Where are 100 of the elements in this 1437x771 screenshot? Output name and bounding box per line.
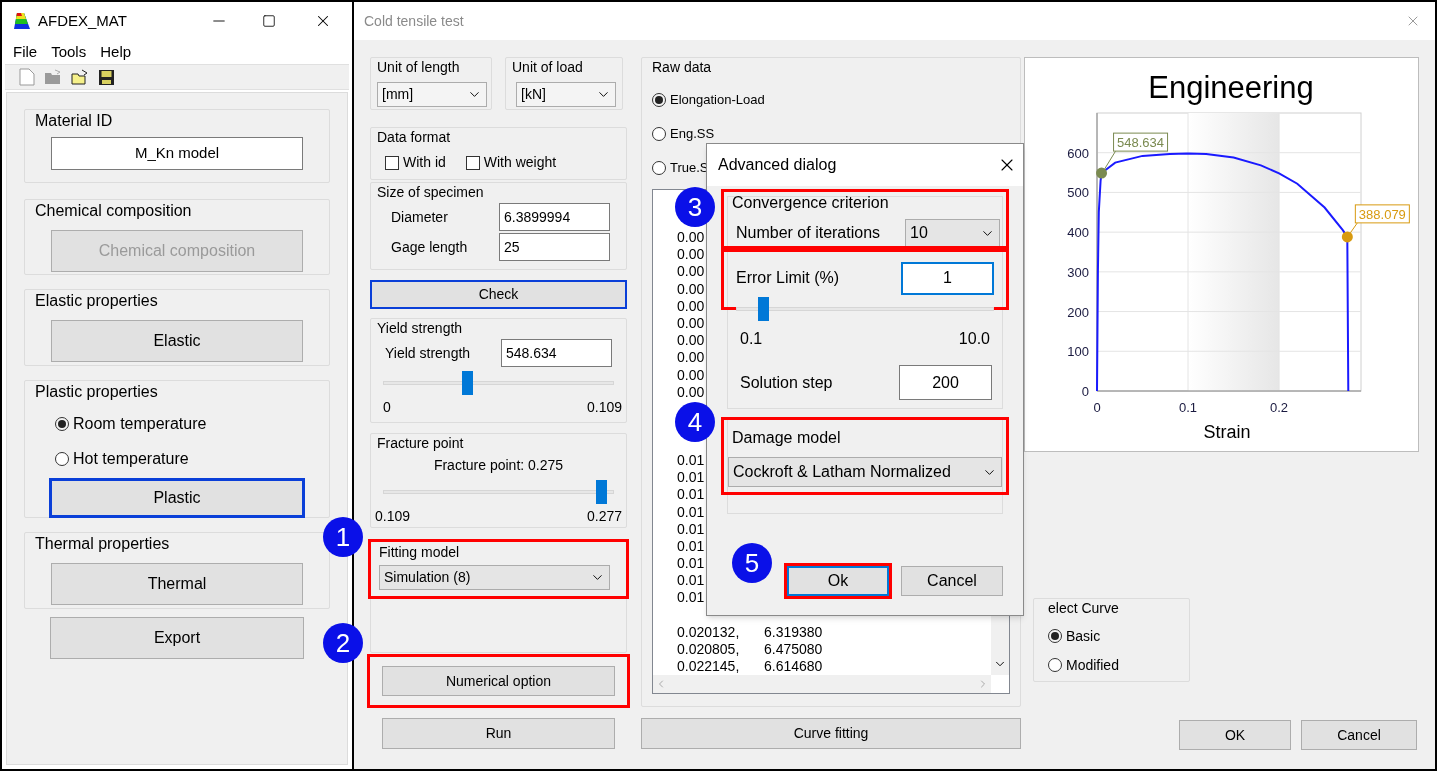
slider[interactable] (383, 480, 614, 504)
list-value: 0.020805, (677, 640, 740, 657)
axis-tick-label: 600 (1067, 145, 1089, 161)
menu-item[interactable]: File (13, 40, 38, 64)
dropdown[interactable]: Simulation (8) (379, 565, 610, 590)
menu-item[interactable]: Help (100, 40, 132, 64)
input-field[interactable]: 1 (901, 261, 994, 295)
save-icon[interactable] (98, 68, 115, 86)
axis-tick-label: 0 (1093, 400, 1101, 415)
run-button[interactable]: Run (382, 718, 615, 749)
group-title: Data format (377, 128, 452, 146)
input-field[interactable]: 200 (899, 365, 992, 400)
dialog-button[interactable]: Ok (787, 566, 889, 596)
radio-button[interactable] (1048, 629, 1062, 643)
axis-title: Strain (1203, 422, 1251, 442)
radio-label[interactable]: Eng.SS (670, 124, 715, 144)
list-value: 0.01 (677, 503, 705, 520)
radio-button[interactable] (55, 452, 69, 466)
list-value: 0.00 (677, 315, 705, 332)
field-label: Yield strength (385, 343, 471, 363)
field-label: Number of iterations (736, 223, 881, 243)
field-label: Solution step (740, 372, 833, 393)
list-value: 6.614680 (764, 658, 823, 676)
export-button[interactable]: Export (50, 617, 304, 659)
list-value: 0.01 (677, 486, 705, 503)
list-value: 0.00 (677, 349, 705, 366)
radio-label[interactable]: Elongation-Load (670, 90, 765, 110)
action-button[interactable]: Plastic (50, 479, 304, 517)
axis-tick-label: 100 (1067, 344, 1089, 360)
radio-label[interactable]: Hot temperature (73, 447, 189, 471)
checkbox-option[interactable]: With weight (465, 152, 557, 173)
check-button[interactable]: Check (370, 280, 627, 309)
axis-tick-label: 0.2 (1270, 400, 1289, 415)
input-field[interactable]: 6.3899994 (499, 203, 610, 231)
radio-button[interactable] (652, 161, 666, 175)
group-title: Fracture point (377, 434, 465, 452)
radio-button[interactable] (1048, 658, 1062, 672)
data-point (1341, 231, 1353, 243)
group-title: Chemical composition (35, 202, 193, 220)
window-title: Cold tensile test (364, 11, 464, 31)
menu-item[interactable]: Tools (51, 40, 87, 64)
numerical-option-button[interactable]: Numerical option (382, 666, 615, 696)
group-title: Elastic properties (35, 292, 159, 310)
dialog-button[interactable]: Cancel (1301, 720, 1417, 750)
list-value: 0.00 (677, 246, 705, 263)
radio-button[interactable] (652, 93, 666, 107)
list-value: 0.01 (677, 572, 705, 589)
field-label: Diameter (391, 207, 448, 227)
slider-thumb[interactable] (758, 297, 770, 321)
annotation: 548.634 (1117, 135, 1165, 151)
maximize-icon[interactable] (262, 14, 276, 28)
radio-label[interactable]: Room temperature (73, 412, 207, 436)
folder-icon[interactable] (71, 69, 89, 85)
axis-tick-label: 400 (1067, 225, 1089, 241)
group-title: Material ID (35, 112, 114, 130)
group-title: elect Curve (1048, 599, 1120, 617)
radio-button[interactable] (55, 417, 69, 431)
range-label: 0 (383, 398, 391, 417)
group-title: Damage model (732, 428, 842, 448)
dialog-button[interactable]: OK (1179, 720, 1291, 750)
list-value: 0.022145, (677, 658, 740, 675)
axis-tick-label: 300 (1067, 264, 1089, 280)
dropdown[interactable]: Cockroft & Latham Normalized (728, 457, 1002, 487)
dropdown[interactable]: 10 (905, 219, 1000, 247)
group-title: Raw data (652, 58, 713, 76)
list-value: 0.01 (677, 589, 705, 606)
action-button[interactable]: Elastic (51, 320, 303, 362)
dropdown[interactable]: [mm] (377, 82, 487, 107)
radio-button[interactable] (652, 127, 666, 141)
checkbox-option[interactable]: With id (385, 152, 446, 173)
slider[interactable] (736, 297, 994, 321)
list-value: 0.00 (677, 229, 705, 246)
group-title: Unit of length (377, 58, 461, 76)
group-title: Unit of load (512, 58, 584, 76)
radio-label[interactable]: Basic (1066, 625, 1101, 647)
list-value: 0.01 (677, 469, 705, 486)
input-field[interactable]: 548.634 (501, 339, 612, 367)
curve-fitting-button[interactable]: Curve fitting (641, 718, 1021, 749)
group-title: Size of specimen (377, 183, 485, 201)
value-label: 388.079 (1349, 204, 1410, 234)
range-label: 0.109 (375, 507, 411, 526)
list-value: 0.00 (677, 280, 705, 297)
slider[interactable] (383, 371, 614, 395)
input-field[interactable]: 25 (499, 233, 610, 261)
dialog-button[interactable]: Cancel (901, 566, 1003, 596)
list-value: 0.01 (677, 537, 705, 554)
action-button[interactable]: Thermal (51, 563, 303, 605)
slider-thumb[interactable] (462, 371, 474, 395)
range-label: 10.0 (958, 329, 990, 349)
slider-thumb[interactable] (596, 480, 608, 504)
radio-label[interactable]: Modified (1066, 654, 1119, 676)
list-value: 0.01 (677, 520, 705, 537)
list-value: 0.00 (677, 366, 705, 383)
group-title: Plastic properties (35, 383, 159, 401)
list-value: 6.319380 (764, 623, 823, 641)
dropdown[interactable]: [kN] (516, 82, 616, 107)
input-field[interactable]: M_Kn model (51, 137, 303, 170)
list-value: 0.01 (677, 555, 705, 572)
axis-tick-label: 500 (1067, 185, 1089, 201)
list-value: 0.00 (677, 297, 705, 314)
